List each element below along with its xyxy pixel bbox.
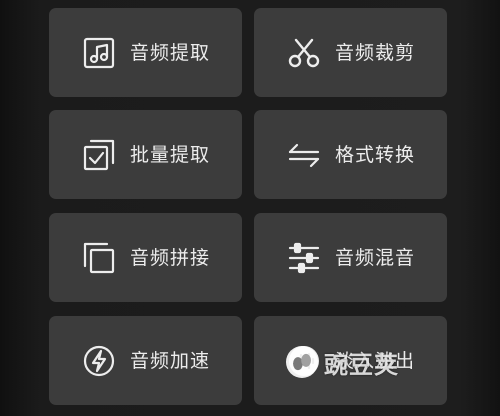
audio-merge-button[interactable]: 音频拼接: [49, 213, 242, 302]
tool-label: 音频裁剪: [335, 42, 416, 64]
tool-label: 音频提取: [130, 42, 211, 64]
audio-extract-button[interactable]: 音频提取: [49, 8, 242, 97]
batch-extract-button[interactable]: 批量提取: [49, 110, 242, 199]
fade-in-out-button[interactable]: 淡入淡出: [254, 316, 447, 405]
batch-select-icon: [82, 138, 116, 172]
tool-grid-screen: 音频提取 音频裁剪 批量提取 格式转换 音频拼接 音频混音 音频加速 淡入淡出 …: [0, 0, 500, 416]
audio-mix-button[interactable]: 音频混音: [254, 213, 447, 302]
audio-trim-button[interactable]: 音频裁剪: [254, 8, 447, 97]
stacked-squares-icon: [82, 241, 116, 275]
tool-label: 音频拼接: [130, 247, 211, 269]
tool-label: 淡入淡出: [335, 350, 416, 372]
tool-label: 批量提取: [130, 144, 211, 166]
scissors-icon: [287, 36, 321, 70]
waveform-circle-icon: [287, 344, 321, 378]
format-convert-button[interactable]: 格式转换: [254, 110, 447, 199]
music-file-icon: [82, 36, 116, 70]
audio-speed-button[interactable]: 音频加速: [49, 316, 242, 405]
mixer-sliders-icon: [287, 241, 321, 275]
tool-label: 音频混音: [335, 247, 416, 269]
tool-label: 音频加速: [130, 350, 211, 372]
tool-label: 格式转换: [335, 144, 416, 166]
convert-arrows-icon: [287, 138, 321, 172]
lightning-circle-icon: [82, 344, 116, 378]
